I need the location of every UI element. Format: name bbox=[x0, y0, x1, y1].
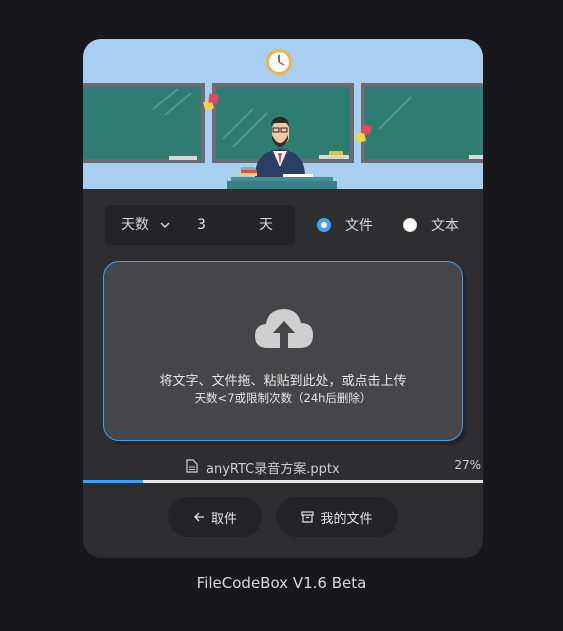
box-icon bbox=[301, 511, 315, 523]
radio-unchecked-icon bbox=[403, 218, 417, 232]
arrow-left-icon bbox=[194, 512, 204, 522]
main-card: 天数 天 文件 文本 将文字、文件拖、粘贴到此处，或点击上传 天数<7或限制次数… bbox=[83, 39, 483, 558]
radio-text[interactable]: 文本 bbox=[403, 215, 459, 235]
upload-progress-bar bbox=[83, 480, 483, 483]
expiry-type-select[interactable]: 天数 bbox=[121, 205, 149, 245]
expiry-value-input[interactable] bbox=[197, 205, 247, 245]
upload-progress-fill bbox=[83, 480, 143, 483]
upload-file-name: anyRTC录音方案.pptx bbox=[206, 462, 340, 477]
expiry-type-value: 天数 bbox=[121, 217, 149, 233]
upload-dropzone[interactable]: 将文字、文件拖、粘贴到此处，或点击上传 天数<7或限制次数（24h后删除） bbox=[103, 261, 463, 441]
document-icon bbox=[186, 459, 198, 473]
retrieve-button[interactable]: 取件 bbox=[168, 497, 262, 537]
chevron-down-icon[interactable] bbox=[159, 219, 171, 231]
radio-file-label: 文件 bbox=[345, 218, 373, 234]
dropzone-main-text: 将文字、文件拖、粘贴到此处，或点击上传 bbox=[159, 374, 407, 389]
upload-percent: 27% bbox=[454, 458, 481, 472]
my-files-button-label: 我的文件 bbox=[320, 511, 373, 527]
retrieve-button-label: 取件 bbox=[210, 511, 237, 527]
app-version-footer: FileCodeBox V1.6 Beta bbox=[196, 574, 367, 592]
dropzone-sub-text: 天数<7或限制次数（24h后删除） bbox=[194, 391, 372, 405]
cloud-upload-icon bbox=[255, 309, 313, 348]
expiry-control-group: 天数 天 bbox=[105, 205, 295, 245]
radio-checked-icon bbox=[317, 218, 331, 232]
my-files-button[interactable]: 我的文件 bbox=[276, 497, 398, 537]
expiry-unit-label: 天 bbox=[259, 217, 273, 233]
radio-file[interactable]: 文件 bbox=[317, 215, 373, 235]
radio-text-label: 文本 bbox=[431, 218, 459, 234]
classroom-banner-illustration bbox=[83, 39, 483, 189]
upload-file-item: anyRTC录音方案.pptx 27% bbox=[83, 457, 483, 477]
